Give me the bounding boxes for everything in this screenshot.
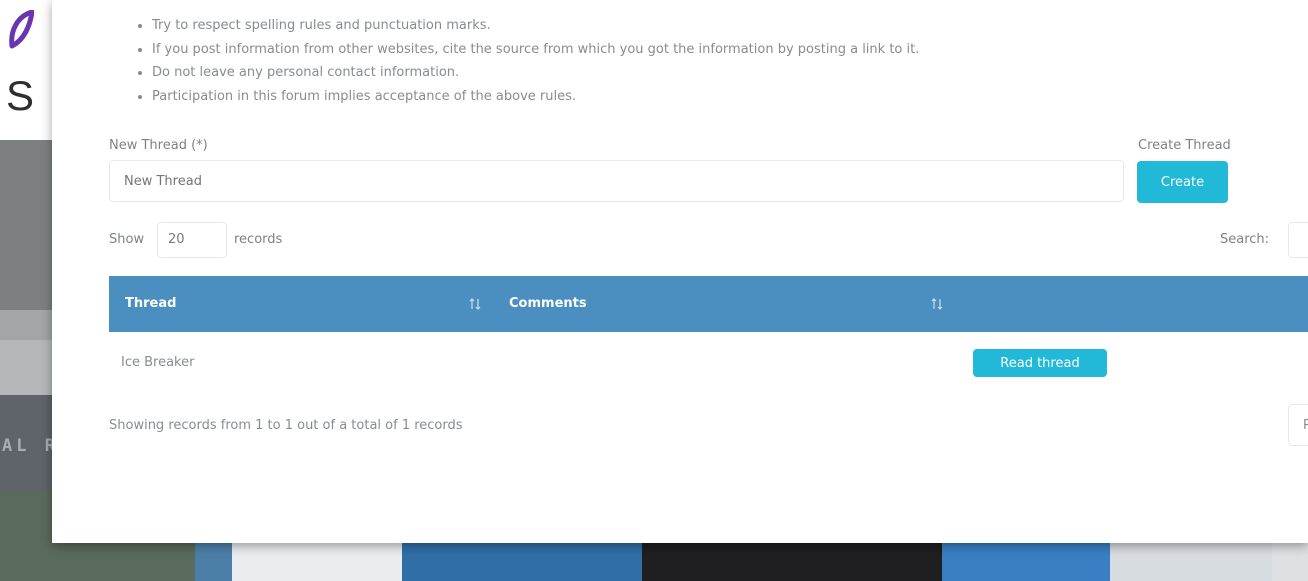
background-header: S xyxy=(0,0,60,140)
records-per-page-select[interactable]: 20 xyxy=(157,222,227,258)
forum-modal: Try to respect spelling rules and punctu… xyxy=(52,0,1308,543)
read-thread-button[interactable]: Read thread xyxy=(973,349,1107,377)
background-page-letter: S xyxy=(6,72,35,119)
table-info-text: Showing records from 1 to 1 out of a tot… xyxy=(109,418,463,433)
records-label: records xyxy=(234,232,283,247)
background-band xyxy=(0,310,60,340)
background-ribbon-text: AL R xyxy=(2,436,59,456)
column-header-thread[interactable]: Thread xyxy=(125,276,176,332)
rule-item: Do not leave any personal contact inform… xyxy=(138,61,919,85)
create-button[interactable]: Create xyxy=(1137,161,1228,203)
table-row: Ice Breaker Read thread xyxy=(109,332,1308,392)
show-label: Show xyxy=(109,232,145,247)
background-band xyxy=(0,140,60,310)
search-input[interactable] xyxy=(1288,222,1308,258)
background-band xyxy=(0,340,60,395)
rule-item: Try to respect spelling rules and punctu… xyxy=(138,14,919,38)
new-thread-label: New Thread (*) xyxy=(109,138,208,153)
previous-page-button[interactable]: Pre xyxy=(1288,404,1308,446)
sort-arrows-icon[interactable] xyxy=(931,298,943,310)
column-header-comments[interactable]: Comments xyxy=(509,276,587,332)
table-header: Thread Comments xyxy=(109,276,1308,332)
sort-arrows-icon[interactable] xyxy=(469,298,481,310)
search-label: Search: xyxy=(1220,232,1270,247)
forum-rules-list: Try to respect spelling rules and punctu… xyxy=(138,14,919,108)
rule-item: If you post information from other websi… xyxy=(138,38,919,62)
rule-item: Participation in this forum implies acce… xyxy=(138,85,919,109)
leaf-logo-icon xyxy=(9,10,34,49)
thread-title-cell: Ice Breaker xyxy=(121,355,195,370)
new-thread-input[interactable] xyxy=(109,160,1124,202)
create-thread-label: Create Thread xyxy=(1138,138,1231,153)
